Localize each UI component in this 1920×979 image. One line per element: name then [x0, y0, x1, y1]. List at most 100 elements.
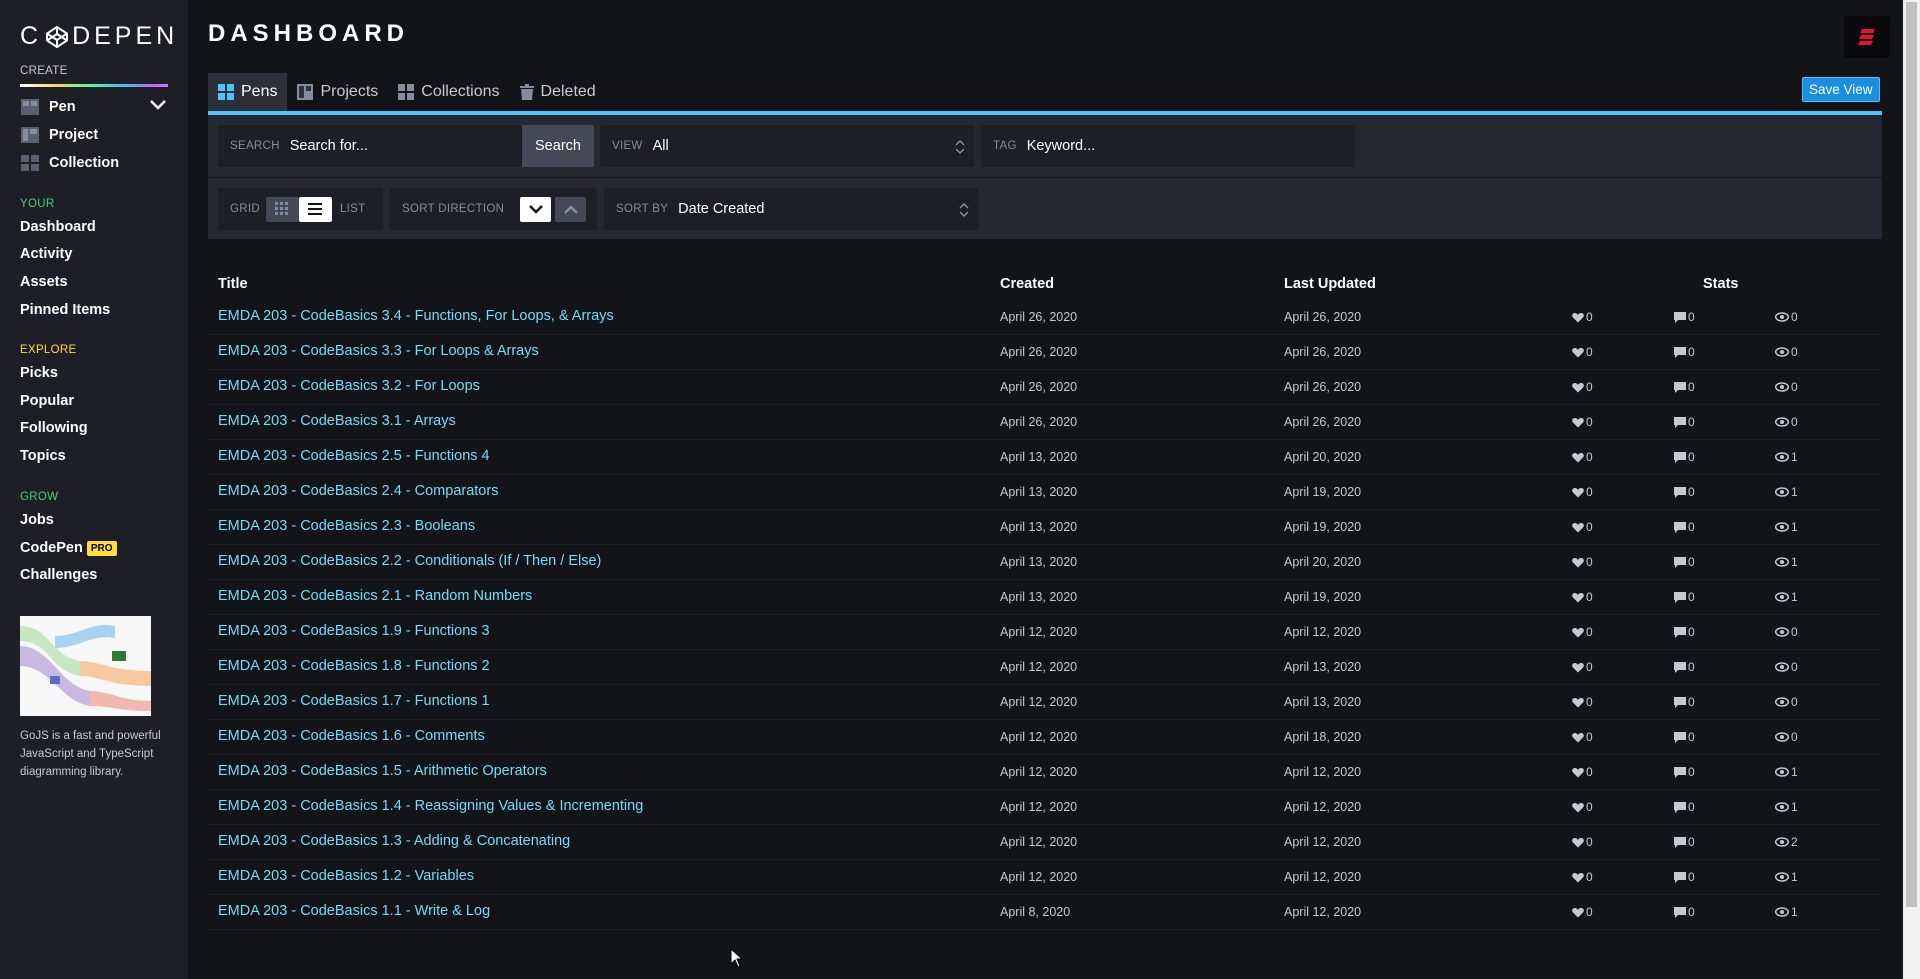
pen-title-link[interactable]: EMDA 203 - CodeBasics 2.5 - Functions 4 — [218, 448, 490, 464]
comments-stat[interactable]: 0 — [1674, 625, 1695, 639]
comments-stat[interactable]: 0 — [1674, 695, 1695, 709]
nav-popular[interactable]: Popular — [20, 393, 74, 409]
tab-pens[interactable]: Pens — [208, 73, 288, 111]
nav-dashboard[interactable]: Dashboard — [20, 219, 96, 235]
comments-stat[interactable]: 0 — [1674, 835, 1695, 849]
nav-activity[interactable]: Activity — [20, 246, 72, 262]
create-collection-button[interactable]: Collection — [20, 153, 119, 173]
comments-stat[interactable]: 0 — [1674, 590, 1695, 604]
sort-by-select[interactable]: SORT BY Date Created — [604, 188, 978, 230]
likes-stat[interactable]: 0 — [1572, 590, 1593, 604]
comments-stat[interactable]: 0 — [1674, 345, 1695, 359]
view-select[interactable]: VIEW All — [600, 125, 974, 167]
tab-deleted[interactable]: Deleted — [510, 73, 606, 111]
likes-count: 0 — [1586, 520, 1593, 534]
heart-icon — [1572, 557, 1584, 567]
pen-title-link[interactable]: EMDA 203 - CodeBasics 2.1 - Random Numbe… — [218, 588, 532, 604]
search-field[interactable]: SEARCH Search for... — [218, 125, 522, 167]
likes-stat[interactable]: 0 — [1572, 695, 1593, 709]
pen-title-link[interactable]: EMDA 203 - CodeBasics 3.3 - For Loops & … — [218, 343, 539, 359]
user-menu-button[interactable] — [1844, 16, 1890, 58]
tab-projects[interactable]: Projects — [287, 73, 388, 111]
create-project-button[interactable]: Project — [20, 125, 98, 145]
column-created[interactable]: Created — [1000, 276, 1054, 292]
pen-title-link[interactable]: EMDA 203 - CodeBasics 2.3 - Booleans — [218, 518, 475, 534]
pen-title-link[interactable]: EMDA 203 - CodeBasics 2.4 - Comparators — [218, 483, 498, 499]
likes-stat[interactable]: 0 — [1572, 905, 1593, 919]
comments-stat[interactable]: 0 — [1674, 765, 1695, 779]
nav-jobs[interactable]: Jobs — [20, 512, 54, 528]
pen-title-link[interactable]: EMDA 203 - CodeBasics 1.5 - Arithmetic O… — [218, 763, 547, 779]
tag-input[interactable]: Keyword... — [1027, 138, 1096, 154]
pen-title-link[interactable]: EMDA 203 - CodeBasics 1.6 - Comments — [218, 728, 485, 744]
codepen-logo[interactable]: C DEPEN — [20, 22, 178, 51]
pen-title-link[interactable]: EMDA 203 - CodeBasics 2.2 - Conditionals… — [218, 553, 601, 569]
likes-stat[interactable]: 0 — [1572, 765, 1593, 779]
scrollbar-thumb[interactable] — [1906, 2, 1917, 907]
save-view-button[interactable]: Save View — [1802, 77, 1880, 102]
pen-title-link[interactable]: EMDA 203 - CodeBasics 1.7 - Functions 1 — [218, 693, 490, 709]
search-input[interactable]: Search for... — [290, 138, 368, 154]
pen-title-link[interactable]: EMDA 203 - CodeBasics 1.2 - Variables — [218, 868, 474, 884]
nav-codepen-pro[interactable]: CodePen PRO — [20, 540, 117, 556]
likes-stat[interactable]: 0 — [1572, 835, 1593, 849]
likes-stat[interactable]: 0 — [1572, 625, 1593, 639]
create-pen-button[interactable]: Pen — [20, 97, 76, 117]
comments-stat[interactable]: 0 — [1674, 555, 1695, 569]
likes-stat[interactable]: 0 — [1572, 520, 1593, 534]
chevron-down-icon[interactable] — [150, 100, 166, 110]
pen-title-link[interactable]: EMDA 203 - CodeBasics 1.4 - Reassigning … — [218, 798, 643, 814]
comments-stat[interactable]: 0 — [1674, 870, 1695, 884]
comments-stat[interactable]: 0 — [1674, 415, 1695, 429]
likes-stat[interactable]: 0 — [1572, 870, 1593, 884]
likes-stat[interactable]: 0 — [1572, 800, 1593, 814]
nav-assets[interactable]: Assets — [20, 274, 68, 290]
pen-title-link[interactable]: EMDA 203 - CodeBasics 3.1 - Arrays — [218, 413, 456, 429]
comments-stat[interactable]: 0 — [1674, 660, 1695, 674]
tag-field[interactable]: TAG Keyword... — [981, 125, 1355, 167]
comments-stat[interactable]: 0 — [1674, 730, 1695, 744]
comments-stat[interactable]: 0 — [1674, 450, 1695, 464]
updated-date: April 19, 2020 — [1284, 590, 1362, 604]
likes-stat[interactable]: 0 — [1572, 730, 1593, 744]
nav-pinned-items[interactable]: Pinned Items — [20, 302, 110, 318]
likes-stat[interactable]: 0 — [1572, 485, 1593, 499]
pen-title-link[interactable]: EMDA 203 - CodeBasics 1.1 - Write & Log — [218, 903, 490, 919]
search-button[interactable]: Search — [522, 125, 594, 167]
comments-stat[interactable]: 0 — [1674, 520, 1695, 534]
ad-text[interactable]: GoJS is a fast and powerful JavaScript a… — [20, 727, 170, 781]
column-title[interactable]: Title — [218, 276, 248, 292]
likes-stat[interactable]: 0 — [1572, 380, 1593, 394]
comments-stat[interactable]: 0 — [1674, 485, 1695, 499]
sort-descending-button[interactable] — [520, 196, 552, 222]
sort-ascending-button[interactable] — [555, 196, 587, 222]
tab-collections[interactable]: Collections — [388, 73, 509, 111]
pen-title-link[interactable]: EMDA 203 - CodeBasics 3.4 - Functions, F… — [218, 308, 614, 324]
likes-stat[interactable]: 0 — [1572, 450, 1593, 464]
nav-challenges[interactable]: Challenges — [20, 567, 97, 583]
column-last-updated[interactable]: Last Updated — [1284, 276, 1376, 292]
page-scrollbar[interactable] — [1903, 0, 1920, 979]
nav-topics[interactable]: Topics — [20, 448, 66, 464]
pen-title-link[interactable]: EMDA 203 - CodeBasics 1.8 - Functions 2 — [218, 658, 490, 674]
comments-count: 0 — [1688, 310, 1695, 324]
pen-title-link[interactable]: EMDA 203 - CodeBasics 1.9 - Functions 3 — [218, 623, 490, 639]
comments-stat[interactable]: 0 — [1674, 380, 1695, 394]
heart-icon — [1572, 697, 1584, 707]
comments-stat[interactable]: 0 — [1674, 905, 1695, 919]
nav-picks[interactable]: Picks — [20, 365, 58, 381]
likes-stat[interactable]: 0 — [1572, 345, 1593, 359]
likes-stat[interactable]: 0 — [1572, 660, 1593, 674]
ad-image[interactable] — [20, 616, 151, 716]
likes-stat[interactable]: 0 — [1572, 415, 1593, 429]
created-date: April 8, 2020 — [1000, 905, 1071, 919]
likes-stat[interactable]: 0 — [1572, 555, 1593, 569]
comments-stat[interactable]: 0 — [1674, 800, 1695, 814]
grid-view-button[interactable] — [265, 196, 299, 222]
pen-title-link[interactable]: EMDA 203 - CodeBasics 1.3 - Adding & Con… — [218, 833, 570, 849]
pen-title-link[interactable]: EMDA 203 - CodeBasics 3.2 - For Loops — [218, 378, 480, 394]
likes-stat[interactable]: 0 — [1572, 310, 1593, 324]
comments-stat[interactable]: 0 — [1674, 310, 1695, 324]
list-view-button[interactable] — [298, 196, 332, 222]
nav-following[interactable]: Following — [20, 420, 88, 436]
